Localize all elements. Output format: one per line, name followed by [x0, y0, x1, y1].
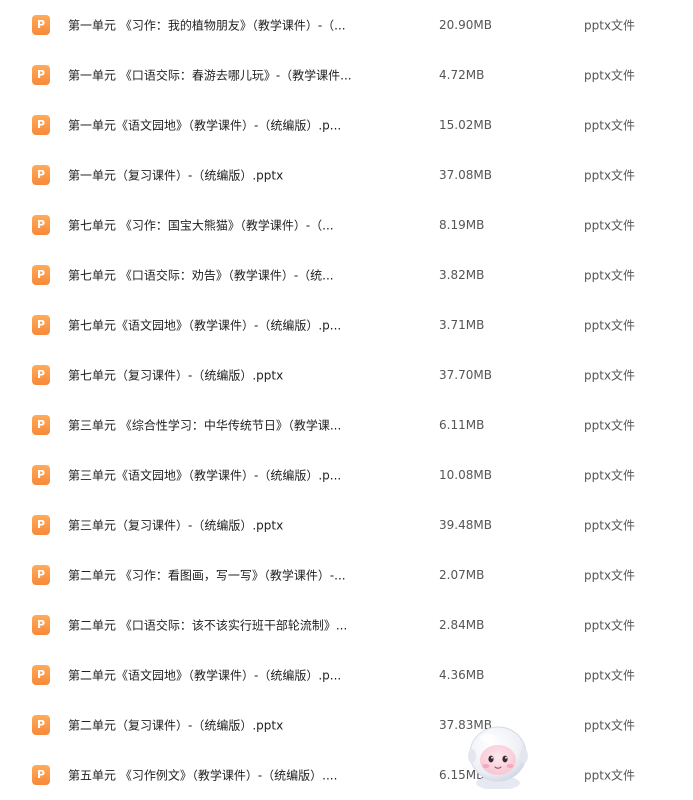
file-name[interactable]: 第二单元 《习作：看图画，写一写》（教学课件）-... [68, 567, 368, 584]
file-list: P 第一单元 《习作：我的植物朋友》（教学课件）-（... 20.90MB pp… [0, 0, 693, 789]
file-size: 20.90MB [439, 18, 492, 32]
astronaut-mascot-icon[interactable] [462, 716, 534, 789]
file-name[interactable]: 第三单元 《综合性学习：中华传统节日》（教学课... [68, 417, 368, 434]
file-type: pptx文件 [584, 468, 636, 483]
file-size: 4.36MB [439, 668, 485, 682]
file-name[interactable]: 第七单元《语文园地》（教学课件）-（统编版）.p... [68, 317, 368, 334]
pptx-file-icon: P [32, 365, 50, 385]
file-row[interactable]: P 第七单元 《口语交际：劝告》（教学课件）-（统... 3.82MB pptx… [0, 250, 693, 300]
file-name[interactable]: 第三单元（复习课件）-（统编版）.pptx [68, 517, 368, 534]
file-row[interactable]: P 第三单元 《综合性学习：中华传统节日》（教学课... 6.11MB pptx… [0, 400, 693, 450]
file-name[interactable]: 第一单元《语文园地》（教学课件）-（统编版）.p... [68, 117, 368, 134]
file-type: pptx文件 [584, 118, 636, 133]
file-name[interactable]: 第二单元（复习课件）-（统编版）.pptx [68, 717, 368, 734]
file-size: 2.84MB [439, 618, 485, 632]
file-size: 6.11MB [439, 418, 485, 432]
file-name[interactable]: 第三单元《语文园地》（教学课件）-（统编版）.p... [68, 467, 368, 484]
pptx-file-icon: P [32, 315, 50, 335]
pptx-file-icon: P [32, 165, 50, 185]
file-size: 4.72MB [439, 68, 485, 82]
file-type: pptx文件 [584, 618, 636, 633]
file-row[interactable]: P 第二单元 《习作：看图画，写一写》（教学课件）-... 2.07MB ppt… [0, 550, 693, 600]
pptx-file-icon: P [32, 465, 50, 485]
file-size: 37.70MB [439, 368, 492, 382]
pptx-file-icon: P [32, 565, 50, 585]
file-row[interactable]: P 第一单元 《习作：我的植物朋友》（教学课件）-（... 20.90MB pp… [0, 0, 693, 50]
file-size: 37.08MB [439, 168, 492, 182]
file-type: pptx文件 [584, 418, 636, 433]
pptx-file-icon: P [32, 715, 50, 735]
file-type: pptx文件 [584, 168, 636, 183]
file-row[interactable]: P 第三单元（复习课件）-（统编版）.pptx 39.48MB pptx文件 [0, 500, 693, 550]
file-row[interactable]: P 第二单元（复习课件）-（统编版）.pptx 37.83MB pptx文件 [0, 700, 693, 750]
pptx-file-icon: P [32, 515, 50, 535]
file-type: pptx文件 [584, 318, 636, 333]
pptx-file-icon: P [32, 265, 50, 285]
file-type: pptx文件 [584, 18, 636, 33]
pptx-file-icon: P [32, 65, 50, 85]
file-row[interactable]: P 第二单元《语文园地》（教学课件）-（统编版）.p... 4.36MB ppt… [0, 650, 693, 700]
file-size: 3.82MB [439, 268, 485, 282]
pptx-file-icon: P [32, 15, 50, 35]
file-row[interactable]: P 第一单元 《口语交际：春游去哪儿玩》-（教学课件... 4.72MB ppt… [0, 50, 693, 100]
file-size: 2.07MB [439, 568, 485, 582]
file-size: 3.71MB [439, 318, 485, 332]
pptx-file-icon: P [32, 765, 50, 785]
file-type: pptx文件 [584, 218, 636, 233]
file-type: pptx文件 [584, 668, 636, 683]
file-row[interactable]: P 第三单元《语文园地》（教学课件）-（统编版）.p... 10.08MB pp… [0, 450, 693, 500]
file-type: pptx文件 [584, 768, 636, 783]
file-name[interactable]: 第一单元 《口语交际：春游去哪儿玩》-（教学课件... [68, 67, 368, 84]
file-type: pptx文件 [584, 368, 636, 383]
file-row[interactable]: P 第一单元（复习课件）-（统编版）.pptx 37.08MB pptx文件 [0, 150, 693, 200]
file-type: pptx文件 [584, 268, 636, 283]
pptx-file-icon: P [32, 415, 50, 435]
file-size: 10.08MB [439, 468, 492, 482]
file-row[interactable]: P 第七单元《语文园地》（教学课件）-（统编版）.p... 3.71MB ppt… [0, 300, 693, 350]
file-type: pptx文件 [584, 568, 636, 583]
pptx-file-icon: P [32, 215, 50, 235]
file-name[interactable]: 第五单元 《习作例文》（教学课件）-（统编版）.... [68, 767, 368, 784]
file-name[interactable]: 第二单元《语文园地》（教学课件）-（统编版）.p... [68, 667, 368, 684]
file-size: 8.19MB [439, 218, 485, 232]
file-name[interactable]: 第一单元 《习作：我的植物朋友》（教学课件）-（... [68, 17, 368, 34]
file-type: pptx文件 [584, 68, 636, 83]
file-name[interactable]: 第七单元（复习课件）-（统编版）.pptx [68, 367, 368, 384]
file-row[interactable]: P 第五单元 《习作例文》（教学课件）-（统编版）.... 6.15MB ppt… [0, 750, 693, 800]
file-name[interactable]: 第二单元 《口语交际：该不该实行班干部轮流制》... [68, 617, 368, 634]
file-row[interactable]: P 第一单元《语文园地》（教学课件）-（统编版）.p... 15.02MB pp… [0, 100, 693, 150]
file-name[interactable]: 第七单元 《习作：国宝大熊猫》（教学课件）-（... [68, 217, 368, 234]
file-row[interactable]: P 第二单元 《口语交际：该不该实行班干部轮流制》... 2.84MB pptx… [0, 600, 693, 650]
pptx-file-icon: P [32, 115, 50, 135]
file-row[interactable]: P 第七单元 《习作：国宝大熊猫》（教学课件）-（... 8.19MB pptx… [0, 200, 693, 250]
file-name[interactable]: 第一单元（复习课件）-（统编版）.pptx [68, 167, 368, 184]
file-name[interactable]: 第七单元 《口语交际：劝告》（教学课件）-（统... [68, 267, 368, 284]
file-type: pptx文件 [584, 518, 636, 533]
file-size: 15.02MB [439, 118, 492, 132]
file-type: pptx文件 [584, 718, 636, 733]
pptx-file-icon: P [32, 665, 50, 685]
file-size: 39.48MB [439, 518, 492, 532]
file-row[interactable]: P 第七单元（复习课件）-（统编版）.pptx 37.70MB pptx文件 [0, 350, 693, 400]
pptx-file-icon: P [32, 615, 50, 635]
